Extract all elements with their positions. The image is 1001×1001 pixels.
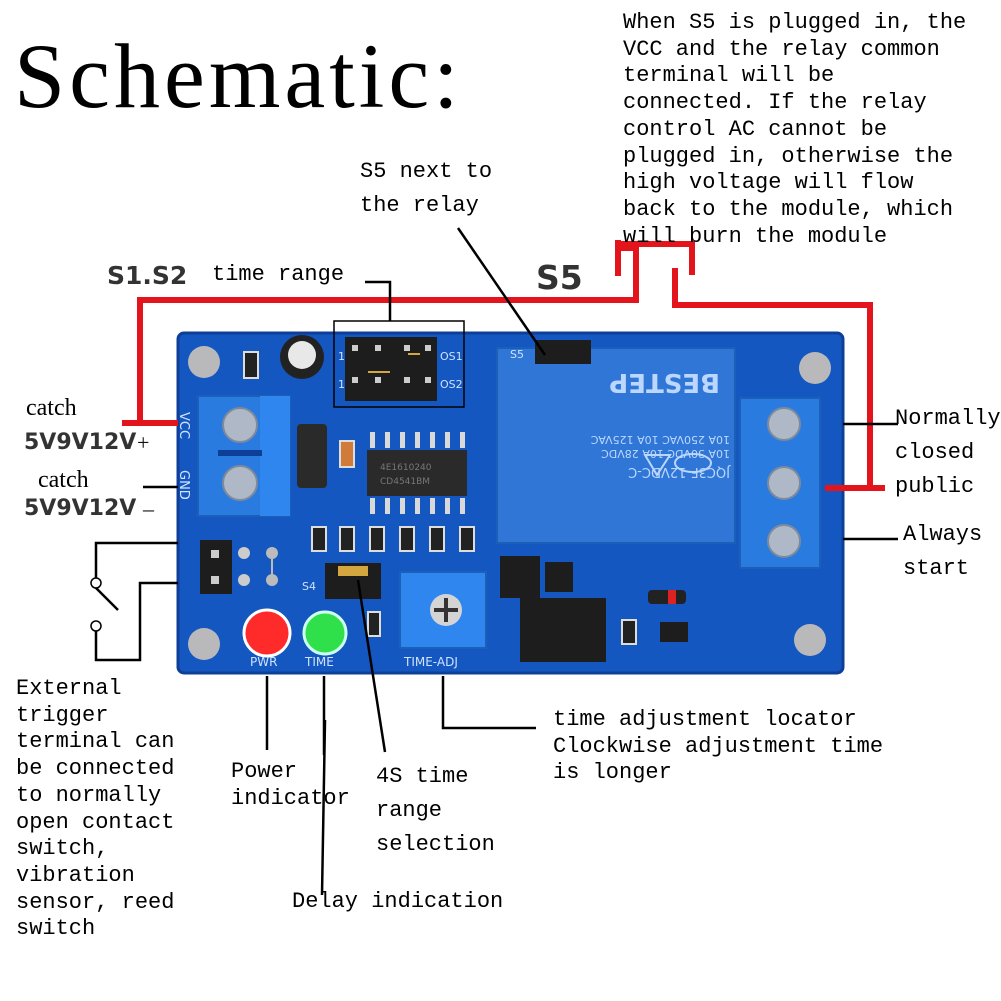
plus-sign: + — [137, 430, 150, 455]
time-adjust-note: time adjustment locator Clockwise adjust… — [553, 707, 884, 786]
delay-indication-note: Delay indication — [292, 889, 504, 914]
screw-icon — [767, 407, 801, 441]
mounting-hole — [794, 624, 826, 656]
s5-warning-note: When S5 is plugged in, the VCC and the r… — [623, 10, 967, 249]
gnd-label: GND — [176, 470, 191, 500]
normally-closed-note: Normally closed public — [895, 406, 1001, 499]
s5-label: S5 — [536, 258, 583, 297]
power-led — [242, 608, 292, 658]
screw-icon — [767, 524, 801, 558]
catch-plus-voltage: 5V9V12V — [24, 430, 137, 455]
catch-plus-label: catch — [26, 395, 77, 421]
os2-label: OS2 — [440, 378, 463, 391]
s5-location-note: S5 next to the relay — [360, 159, 493, 218]
diode — [297, 424, 327, 488]
s4-label: S4 — [302, 580, 316, 593]
range-selection-note: 4S time range selection — [376, 764, 495, 857]
jumper-pin1-label: 1 — [338, 378, 345, 391]
time-adj-label: TIME-ADJ — [403, 655, 458, 669]
time-range-note: time range — [212, 262, 345, 287]
mounting-hole — [188, 346, 220, 378]
pcb-board: VCC GND 1 1 OS1 OS2 4E1610240 CD4541BM S… — [176, 320, 845, 675]
svg-text:BESTEP: BESTEP — [609, 367, 720, 397]
vcc-label: VCC — [176, 412, 191, 439]
screw-icon — [222, 407, 258, 443]
time-label: TIME — [304, 655, 334, 669]
s5-board-label: S5 — [510, 348, 524, 361]
svg-text:4E1610240: 4E1610240 — [380, 463, 432, 473]
s1-s2-jumper-header — [345, 337, 437, 401]
svg-text:10A 30VDC 10A 28VDC: 10A 30VDC 10A 28VDC — [601, 447, 730, 460]
svg-text:CD4541BM: CD4541BM — [380, 477, 430, 487]
jumper-pin1-label: 1 — [338, 350, 345, 363]
screw-icon — [767, 466, 801, 500]
switch-contact — [90, 620, 102, 632]
pwr-label: PWR — [250, 655, 277, 669]
time-adjust-potentiometer — [399, 571, 487, 649]
os1-label: OS1 — [440, 350, 463, 363]
svg-text:10A 250VAC 10A 125VAC: 10A 250VAC 10A 125VAC — [590, 433, 730, 446]
relay: JQC3F-12VDC-C 10A 30VDC 10A 28VDC 10A 25… — [496, 347, 736, 544]
external-trigger-note: External trigger terminal can be connect… — [16, 676, 175, 942]
power-indicator-note: Power indicator — [231, 759, 350, 811]
catch-minus-label: catch — [38, 467, 89, 493]
always-start-note: Always start — [903, 522, 983, 581]
relay-terminal-block — [739, 397, 821, 569]
s1s2-label: S1.S2 — [107, 261, 188, 290]
power-terminal-block — [197, 395, 291, 517]
mounting-hole — [188, 628, 220, 660]
catch-minus-voltage: 5V9V12V — [24, 496, 137, 521]
screw-icon — [222, 465, 258, 501]
switch-contact — [90, 577, 102, 589]
mounting-hole — [799, 352, 831, 384]
minus-sign: – — [143, 496, 154, 521]
svg-text:JQC3F-12VDC-C: JQC3F-12VDC-C — [628, 464, 731, 479]
time-led — [302, 610, 348, 656]
